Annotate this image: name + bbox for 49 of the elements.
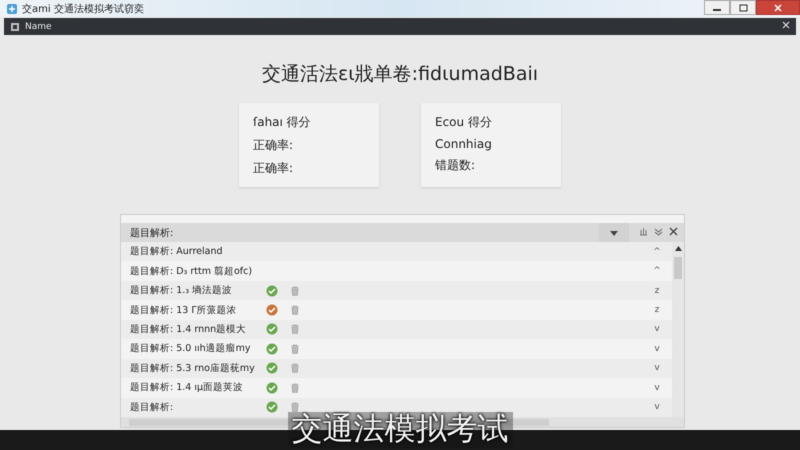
close-button[interactable]	[756, 0, 800, 15]
row-marker[interactable]: v	[642, 402, 672, 412]
row-marker[interactable]: ^	[642, 266, 672, 276]
trash-icon[interactable]	[290, 344, 300, 354]
row-marker[interactable]: ^	[642, 246, 672, 257]
card-label: 错题数:	[435, 157, 476, 174]
row-marker[interactable]: v	[642, 344, 672, 354]
close-icon	[782, 21, 790, 29]
scroll-thumb[interactable]	[674, 257, 682, 279]
tab-title[interactable]: Name	[25, 22, 777, 32]
row-marker[interactable]: v	[642, 382, 672, 393]
caret-icon	[610, 230, 618, 236]
trash-icon[interactable]	[290, 286, 300, 296]
maximize-button[interactable]	[730, 0, 756, 15]
question-label[interactable]: 题目解析: Aurreland	[130, 245, 266, 258]
row-marker[interactable]: z	[642, 286, 672, 296]
row-marker[interactable]: v	[642, 363, 672, 374]
close-icon	[774, 4, 782, 12]
minimize-button[interactable]	[704, 0, 730, 15]
trash-icon[interactable]	[290, 363, 300, 374]
question-label[interactable]: 题目解析: 1.4 ıμ面题荚波	[130, 381, 266, 394]
question-label[interactable]: 题目解析:	[130, 400, 266, 414]
row-marker[interactable]: z	[642, 305, 672, 316]
trash-icon[interactable]	[290, 402, 300, 412]
question-label[interactable]: 题目解析: 1.4 rnnn题模大	[130, 322, 266, 336]
scroll-up-icon[interactable]	[674, 246, 682, 251]
panel-header: 题目解析:	[129, 226, 174, 240]
question-label[interactable]: 题目解析: D₃ rttm 翦超ofc)	[130, 264, 266, 278]
app-icon	[6, 2, 18, 14]
window-title: 交ami 交通法模拟考试窃奕	[22, 2, 145, 16]
trash-icon[interactable]	[290, 382, 300, 393]
row-marker[interactable]: v	[642, 324, 672, 334]
dropdown-button[interactable]	[599, 223, 629, 242]
card-label: Connhiag	[435, 137, 493, 151]
document-icon	[10, 22, 20, 32]
collapse-icon[interactable]	[654, 226, 663, 238]
card-label: 正确率:	[253, 137, 294, 154]
question-label[interactable]: 题目解析: 13 Γ所蒎题浓	[130, 304, 266, 317]
maximize-icon	[738, 4, 748, 12]
trash-icon[interactable]	[290, 305, 300, 316]
page-heading: 交通活法ει戕单卷:fidιumadBaiı	[260, 62, 540, 87]
question-label[interactable]: 题目解析: 1.₃ 墒法题波	[130, 284, 266, 298]
vertical-scrollbar[interactable]	[672, 242, 684, 417]
card-title: ſahaı 得分	[253, 114, 312, 131]
question-label[interactable]: 题目解析: 5.0 ııh適题瘤my	[130, 342, 266, 356]
card-title: Ecou 得分	[435, 114, 493, 131]
card-label: 正确率:	[253, 160, 294, 177]
question-label[interactable]: 题目解析: 5.3 rno庙题莸my	[130, 362, 266, 375]
trash-icon[interactable]	[290, 324, 300, 334]
